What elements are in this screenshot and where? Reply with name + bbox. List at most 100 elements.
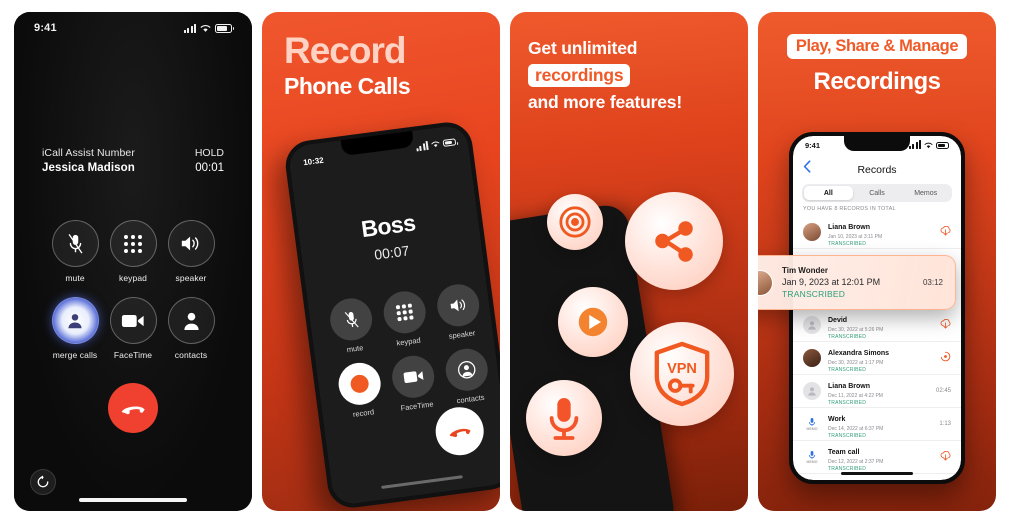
facetime-video-icon [109, 297, 157, 344]
panel-manage-promo: Play, Share & Manage Recordings 9:41 Rec… [758, 12, 996, 511]
call-state: HOLD [194, 147, 224, 159]
speaker-button[interactable]: speaker [434, 281, 484, 342]
table-row[interactable]: Devid Dec 30, 2022 at 5:26 PM TRANSCRIBE… [793, 309, 961, 342]
highlighted-record-card[interactable]: Tim Wonder Jan 9, 2023 at 12:01 PM TRANS… [758, 255, 956, 310]
keypad-icon [109, 220, 157, 267]
contacts-label: contacts [456, 392, 486, 406]
record-promo-headline: Record Phone Calls [284, 32, 486, 99]
record-name: Liana Brown [828, 383, 871, 391]
cloud-download-icon[interactable] [940, 223, 951, 241]
end-call-icon [449, 428, 471, 438]
headline-line-1: Get unlimited [528, 38, 638, 58]
speaker-icon [167, 220, 215, 267]
record-status-badge: TRANSCRIBED [828, 367, 867, 373]
facetime-label: FaceTime [113, 350, 153, 360]
record-status-badge: TRANSCRIBED [828, 241, 867, 247]
record-name: Work [828, 416, 846, 424]
panel-features-promo: Get unlimited recordings and more featur… [510, 12, 748, 511]
record-status-badge: TRANSCRIBED [828, 400, 867, 406]
wifi-icon [924, 142, 933, 149]
status-indicators [183, 23, 234, 33]
facetime-button[interactable]: FaceTime [109, 297, 157, 360]
phone-mockup-call: 10:32 Boss 00:07 mute keypad speaker rec… [282, 119, 500, 511]
tab-memos[interactable]: Memos [901, 186, 950, 200]
vpn-bubble: VPN [630, 322, 734, 426]
phone-call-controls: mute keypad speaker record FaceTime cont… [322, 281, 498, 421]
app-store-screenshot-gallery: 9:41 iCall Assist Number HOLD Jessica Ma… [0, 0, 1015, 525]
reload-button[interactable] [30, 469, 56, 495]
contacts-label: contacts [174, 350, 208, 360]
facetime-video-icon [389, 353, 437, 401]
end-call-button[interactable] [108, 383, 158, 433]
merge-calls-icon [51, 297, 99, 344]
downloading-icon[interactable] [940, 349, 951, 367]
tab-all[interactable]: All [804, 186, 853, 200]
features-headline: Get unlimited recordings and more featur… [528, 36, 736, 116]
contacts-button[interactable]: contacts [167, 297, 215, 360]
record-target-icon [559, 206, 591, 238]
record-duration: 03:12 [922, 278, 943, 287]
cellular-signal-icon [415, 140, 429, 152]
record-label: record [352, 407, 375, 419]
panel-record-promo: Record Phone Calls 10:32 Boss 00:07 mute… [262, 12, 500, 511]
status-time: 9:41 [34, 22, 57, 34]
phone-screen: 10:32 Boss 00:07 mute keypad speaker rec… [287, 123, 500, 507]
record-status-badge: TRANSCRIBED [828, 433, 867, 439]
microphone-icon [549, 398, 579, 440]
facetime-button[interactable]: FaceTime [389, 353, 439, 413]
memo-avatar: MEMO [803, 448, 821, 466]
contacts-button[interactable]: contacts [443, 346, 492, 406]
avatar [803, 316, 821, 334]
nav-title: Records [857, 164, 897, 176]
merge-calls-button[interactable]: merge calls [51, 297, 99, 360]
cloud-download-icon[interactable] [940, 316, 951, 334]
microphone-muted-icon [327, 295, 375, 343]
avatar [758, 269, 773, 296]
mute-button[interactable]: mute [51, 220, 99, 283]
wifi-icon [200, 24, 211, 32]
contacts-person-icon [167, 297, 215, 344]
phone-notch [844, 136, 910, 151]
table-row[interactable]: Alexandra Simons Dec 30, 2022 at 1:17 PM… [793, 342, 961, 375]
cellular-signal-icon [908, 140, 921, 149]
table-row[interactable]: Liana Brown Dec 11, 2022 at 4:22 PM TRAN… [793, 375, 961, 408]
battery-icon [442, 138, 457, 147]
vpn-shield-icon: VPN [654, 341, 710, 407]
phone-status-indicators [415, 137, 457, 152]
keypad-button[interactable]: keypad [109, 220, 157, 283]
status-bar: 9:41 [14, 22, 252, 34]
end-call-button[interactable] [432, 404, 487, 459]
record-date: Dec 14, 2022 at 6:37 PM [828, 426, 884, 433]
home-indicator [841, 472, 913, 475]
speaker-label: speaker [448, 328, 476, 341]
headline-primary: Record [284, 30, 406, 71]
table-row[interactable]: MEMO Work Dec 14, 2022 at 6:37 PM TRANSC… [793, 408, 961, 441]
avatar [803, 382, 821, 400]
record-duration: 1:13 [939, 421, 951, 427]
status-time: 9:41 [805, 141, 821, 150]
records-total-label: YOU HAVE 8 RECORDS IN TOTAL [803, 206, 896, 212]
headline-secondary: Phone Calls [284, 73, 411, 99]
record-duration: 02:45 [935, 388, 951, 394]
caller-label: iCall Assist Number [42, 147, 135, 159]
back-button[interactable] [803, 160, 811, 178]
table-row[interactable]: Liana Brown Jan 10, 2023 at 3:11 PM TRAN… [793, 216, 961, 249]
battery-icon [215, 23, 234, 33]
avatar [803, 349, 821, 367]
contacts-person-icon [443, 346, 491, 394]
mute-label: mute [346, 343, 364, 355]
tab-calls[interactable]: Calls [853, 186, 902, 200]
speaker-button[interactable]: speaker [167, 220, 215, 283]
microphone-icon [808, 417, 816, 426]
record-status-badge: TRANSCRIBED [782, 289, 846, 299]
table-row[interactable]: MEMO Team call Dec 12, 2022 at 2:37 PM T… [793, 441, 961, 474]
cloud-download-icon[interactable] [940, 448, 951, 466]
record-button[interactable]: record [336, 360, 385, 420]
mute-label: mute [65, 273, 85, 283]
vpn-label: VPN [667, 361, 697, 377]
chevron-left-icon [803, 160, 811, 173]
play-icon [578, 307, 608, 337]
mute-button[interactable]: mute [327, 295, 377, 356]
segmented-control: All Calls Memos [802, 184, 952, 202]
keypad-button[interactable]: keypad [381, 288, 430, 349]
